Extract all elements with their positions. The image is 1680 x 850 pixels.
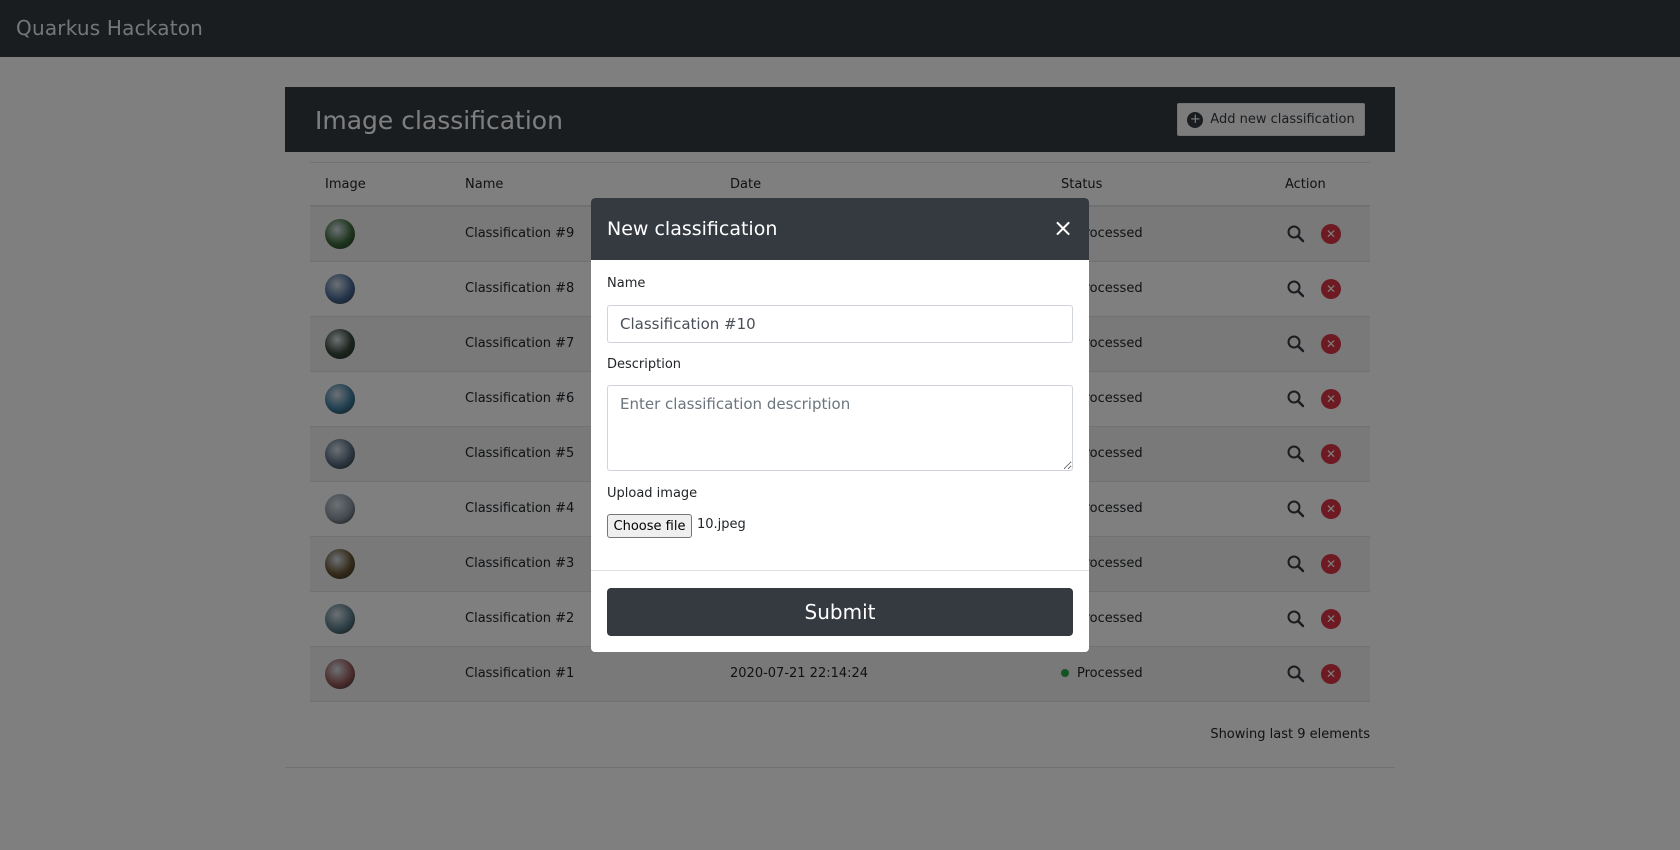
modal-divider: [591, 570, 1089, 571]
submit-button[interactable]: Submit: [607, 588, 1073, 636]
description-textarea[interactable]: [607, 385, 1073, 471]
selected-file-name: 10.jpeg: [697, 517, 746, 532]
description-label: Description: [607, 357, 682, 372]
close-modal-button[interactable]: ×: [1051, 215, 1075, 241]
name-input[interactable]: [607, 305, 1073, 343]
new-classification-modal: New classification × Name Description Up…: [591, 198, 1089, 652]
upload-image-label: Upload image: [607, 486, 698, 501]
modal-header: New classification ×: [591, 198, 1089, 260]
choose-file-button[interactable]: Choose file: [607, 514, 692, 538]
modal-title: New classification: [607, 218, 778, 240]
name-label: Name: [607, 276, 646, 291]
